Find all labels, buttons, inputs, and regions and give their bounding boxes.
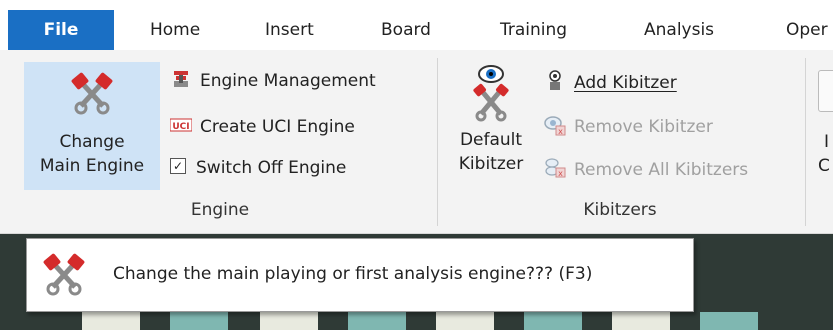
add-kibitzer-label: Add Kibitzer (574, 73, 677, 93)
checkbox-checked-icon[interactable]: ✓ (170, 158, 186, 174)
remove-kibitzer-button[interactable]: x Remove Kibitzer (544, 114, 713, 140)
tooltip-text: Change the main playing or first analysi… (113, 264, 593, 284)
board-square[interactable] (612, 312, 670, 330)
engine-management-label: Engine Management (200, 71, 376, 91)
board-square[interactable] (436, 312, 494, 330)
group-separator (437, 58, 438, 226)
add-kibitzer-button[interactable]: Add Kibitzer (544, 70, 677, 96)
change-main-engine-button[interactable]: Change Main Engine (24, 62, 160, 190)
default-kibitzer-label-line1: Default (459, 130, 523, 150)
engine-management-icon (174, 71, 188, 87)
create-uci-engine-label: Create UCI Engine (200, 117, 355, 137)
document-icon (818, 70, 833, 112)
ribbon: Change Main Engine Engine Management UCI… (0, 50, 833, 234)
change-main-engine-label-line2: Main Engine (39, 156, 145, 176)
switch-off-engine-label: Switch Off Engine (196, 158, 347, 178)
next-group-label-line1: I (824, 132, 830, 152)
remove-all-kibitzers-button[interactable]: x Remove All Kibitzers (544, 157, 748, 183)
menu-home[interactable]: Home (150, 0, 200, 50)
menu-operation[interactable]: Oper (786, 0, 828, 50)
next-group-button-partial[interactable]: I C (818, 62, 833, 190)
default-kibitzer-label-line2: Kibitzer (458, 154, 524, 174)
group-separator-2 (805, 58, 806, 226)
remove-kibitzer-icon: x (544, 116, 566, 136)
board-square[interactable] (348, 312, 406, 330)
create-uci-engine-button[interactable]: UCI Create UCI Engine (170, 114, 355, 140)
add-kibitzer-icon (549, 70, 561, 90)
svg-text:x: x (558, 169, 563, 178)
next-group-label-line2: C (818, 156, 830, 176)
menu-bar: File Home Insert Board Training Analysis… (0, 0, 833, 50)
switch-off-engine-checkbox[interactable]: ✓ Switch Off Engine (170, 155, 346, 181)
board-square[interactable] (260, 312, 318, 330)
board-square[interactable] (82, 312, 140, 330)
tooltip: Change the main playing or first analysi… (26, 238, 694, 312)
engine-management-button[interactable]: Engine Management (170, 68, 376, 94)
change-main-engine-label-line1: Change (59, 132, 125, 152)
crossed-pistons-icon (71, 72, 113, 115)
crossed-pistons-icon (43, 253, 85, 296)
remove-all-kibitzers-label: Remove All Kibitzers (574, 160, 749, 180)
menu-training[interactable]: Training (500, 0, 567, 50)
remove-all-kibitzers-icon: x (545, 158, 566, 178)
menu-insert[interactable]: Insert (265, 0, 314, 50)
board-square[interactable] (170, 312, 228, 330)
board-square[interactable] (700, 312, 758, 330)
remove-kibitzer-label: Remove Kibitzer (574, 117, 713, 137)
uci-icon: UCI (170, 118, 192, 132)
svg-text:x: x (558, 127, 563, 136)
menu-file[interactable]: File (8, 10, 114, 50)
board-square[interactable] (524, 312, 582, 330)
svg-text:UCI: UCI (172, 122, 189, 132)
kibitzers-group-label: Kibitzers (583, 200, 657, 220)
default-kibitzer-button[interactable]: Default Kibitzer (448, 62, 534, 190)
engine-group-label: Engine (190, 200, 250, 220)
menu-analysis[interactable]: Analysis (644, 0, 714, 50)
menu-board[interactable]: Board (381, 0, 431, 50)
kibitzer-engine-icon (473, 65, 509, 122)
